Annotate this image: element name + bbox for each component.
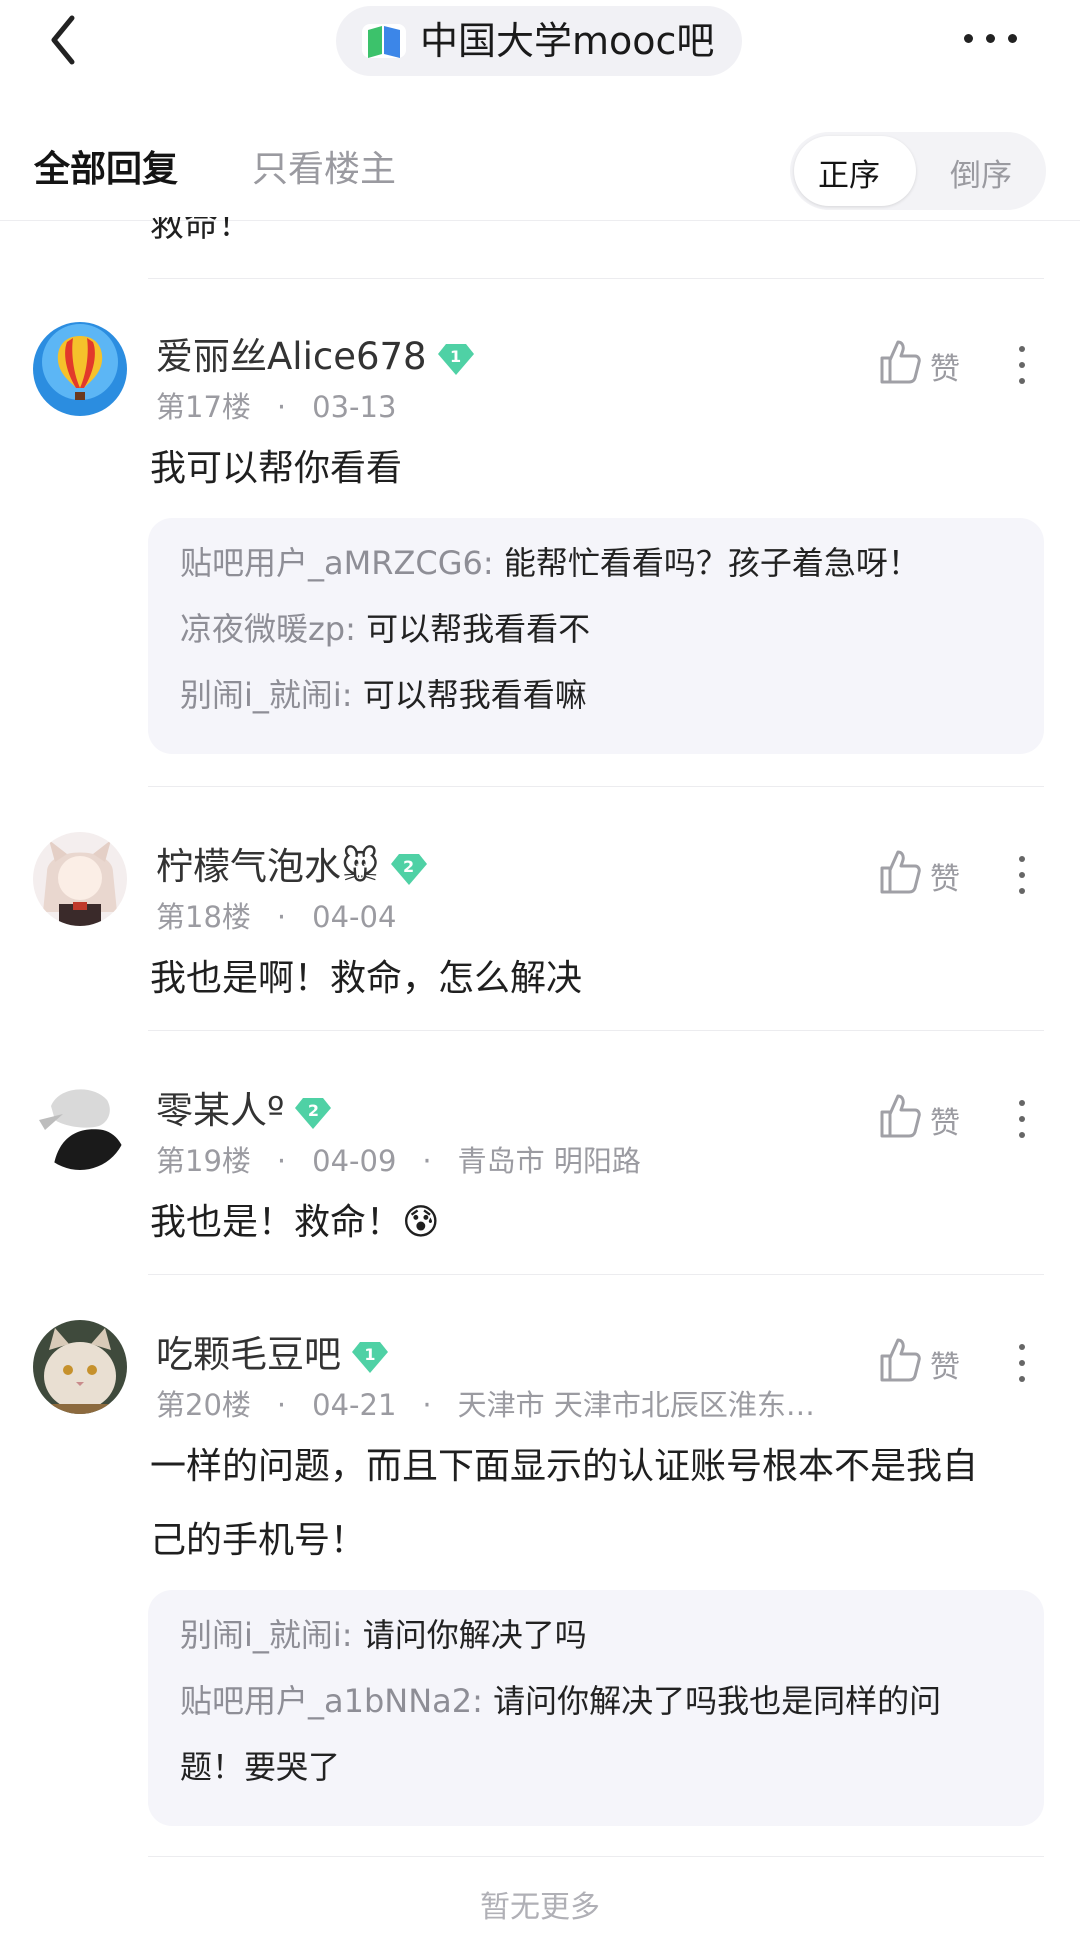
more-vertical-icon <box>1019 1344 1025 1350</box>
post-date: 04-04 <box>312 900 397 934</box>
post-meta: 第17楼 · 03-13 <box>156 390 397 424</box>
sub-reply-continuation: 题！要哭了 <box>180 1748 341 1786</box>
sub-reply[interactable]: 别闹i_就闹i: 可以帮我看看嘛 <box>180 662 1020 728</box>
sub-reply-author[interactable]: 凉夜微暖zp: <box>180 610 356 648</box>
more-vertical-icon <box>1019 1100 1025 1106</box>
post-meta: 第18楼 · 04-04 <box>156 900 397 934</box>
sub-reply-author[interactable]: 别闹i_就闹i: <box>180 1616 353 1654</box>
floor-number: 第18楼 <box>156 900 251 934</box>
post-content: 一样的问题，而且下面显示的认证账号根本不是我自 己的手机号！ <box>150 1446 979 1561</box>
post-content: 我也是！救命！😰 <box>150 1202 440 1243</box>
cat-avatar-image <box>33 1320 127 1414</box>
thumbs-up-icon <box>880 340 921 384</box>
post-content: 我可以帮你看看 <box>150 448 403 489</box>
username[interactable]: 吃颗毛豆吧 1 <box>156 1324 389 1378</box>
sub-reply[interactable]: 贴吧用户_aMRZCG6: 能帮忙看看吗？孩子着急呀！ <box>180 530 1020 596</box>
back-button[interactable] <box>44 12 84 68</box>
username[interactable]: 爱丽丝Alice678 1 <box>156 326 475 380</box>
post-meta: 第20楼 · 04-21 · 天津市 天津市北辰区淮东… <box>156 1388 815 1422</box>
post-location: 青岛市 明阳路 <box>457 1144 641 1178</box>
sub-replies[interactable]: 贴吧用户_aMRZCG6: 能帮忙看看吗？孩子着急呀！ 凉夜微暖zp: 可以帮我… <box>148 518 1044 754</box>
sub-reply-author[interactable]: 贴吧用户_a1bNNa2: <box>180 1682 483 1720</box>
no-more-label: 暂无更多 <box>480 1890 600 1925</box>
reply-filter-bar: 全部回复 只看楼主 正序 倒序 <box>0 120 1080 221</box>
level-badge: 2 <box>294 1096 332 1130</box>
divider <box>148 1274 1044 1275</box>
more-vertical-icon <box>1019 346 1025 352</box>
post-options-button[interactable] <box>1016 1098 1028 1142</box>
level-badge: 2 <box>390 852 428 886</box>
floor-number: 第19楼 <box>156 1144 251 1178</box>
thumbs-up-icon <box>880 850 921 894</box>
forum-title: 中国大学mooc吧 <box>420 19 715 63</box>
avatar[interactable] <box>33 1076 127 1170</box>
book-icon <box>362 24 406 58</box>
like-button[interactable]: 赞 <box>878 848 978 898</box>
like-button[interactable]: 赞 <box>878 1336 978 1386</box>
divider <box>148 278 1044 279</box>
sort-desc-button[interactable]: 倒序 <box>950 150 1012 195</box>
post-options-button[interactable] <box>1016 344 1028 388</box>
sub-replies[interactable]: 别闹i_就闹i: 请问你解决了吗 贴吧用户_a1bNNa2: 请问你解决了吗我也… <box>148 1590 1044 1826</box>
sub-reply-author[interactable]: 贴吧用户_aMRZCG6: <box>180 544 494 582</box>
more-button[interactable] <box>960 24 1030 52</box>
divider <box>148 786 1044 787</box>
post-meta: 第19楼 · 04-09 · 青岛市 明阳路 <box>156 1144 641 1178</box>
username[interactable]: 柠檬气泡水🐭 2 <box>156 836 428 890</box>
post-date: 04-09 <box>312 1144 397 1178</box>
sub-reply-author[interactable]: 别闹i_就闹i: <box>180 676 353 714</box>
sub-reply[interactable]: 凉夜微暖zp: 可以帮我看看不 <box>180 596 1020 662</box>
sort-toggle: 正序 倒序 <box>790 132 1046 210</box>
divider <box>148 1030 1044 1031</box>
post-date: 03-13 <box>312 390 397 424</box>
forum-name-pill[interactable]: 中国大学mooc吧 <box>336 6 742 76</box>
sub-reply[interactable]: 贴吧用户_a1bNNa2: 请问你解决了吗我也是同样的问 <box>180 1668 1020 1734</box>
post-options-button[interactable] <box>1016 854 1028 898</box>
more-horizontal-icon <box>964 34 973 43</box>
floor-number: 第17楼 <box>156 390 251 424</box>
thumbs-up-icon <box>880 1094 921 1138</box>
tab-all-replies[interactable]: 全部回复 <box>34 140 178 192</box>
post-content: 我也是啊！救命，怎么解决 <box>150 958 583 999</box>
monochrome-avatar-image <box>33 1076 127 1170</box>
like-button[interactable]: 赞 <box>878 1092 978 1142</box>
post-date: 04-21 <box>312 1388 397 1422</box>
tab-owner-only[interactable]: 只看楼主 <box>252 140 396 192</box>
floor-number: 第20楼 <box>156 1388 251 1422</box>
thumbs-up-icon <box>880 1338 921 1382</box>
post-options-button[interactable] <box>1016 1342 1028 1386</box>
sort-asc-button[interactable]: 正序 <box>818 150 880 195</box>
post-location: 天津市 天津市北辰区淮东… <box>457 1388 815 1422</box>
anime-girl-avatar-image <box>33 832 127 926</box>
like-button[interactable]: 赞 <box>878 338 978 388</box>
level-badge: 1 <box>351 1340 389 1374</box>
avatar[interactable] <box>33 322 127 416</box>
more-vertical-icon <box>1019 856 1025 862</box>
username[interactable]: 零某人º 2 <box>156 1080 332 1134</box>
avatar[interactable] <box>33 832 127 926</box>
chevron-left-icon <box>51 15 75 65</box>
sub-reply[interactable]: 别闹i_就闹i: 请问你解决了吗 <box>180 1602 1020 1668</box>
divider <box>148 1856 1044 1857</box>
avatar[interactable] <box>33 1320 127 1414</box>
balloon-avatar-image <box>33 322 127 416</box>
level-badge: 1 <box>437 342 475 376</box>
top-bar: 中国大学mooc吧 <box>0 0 1080 90</box>
